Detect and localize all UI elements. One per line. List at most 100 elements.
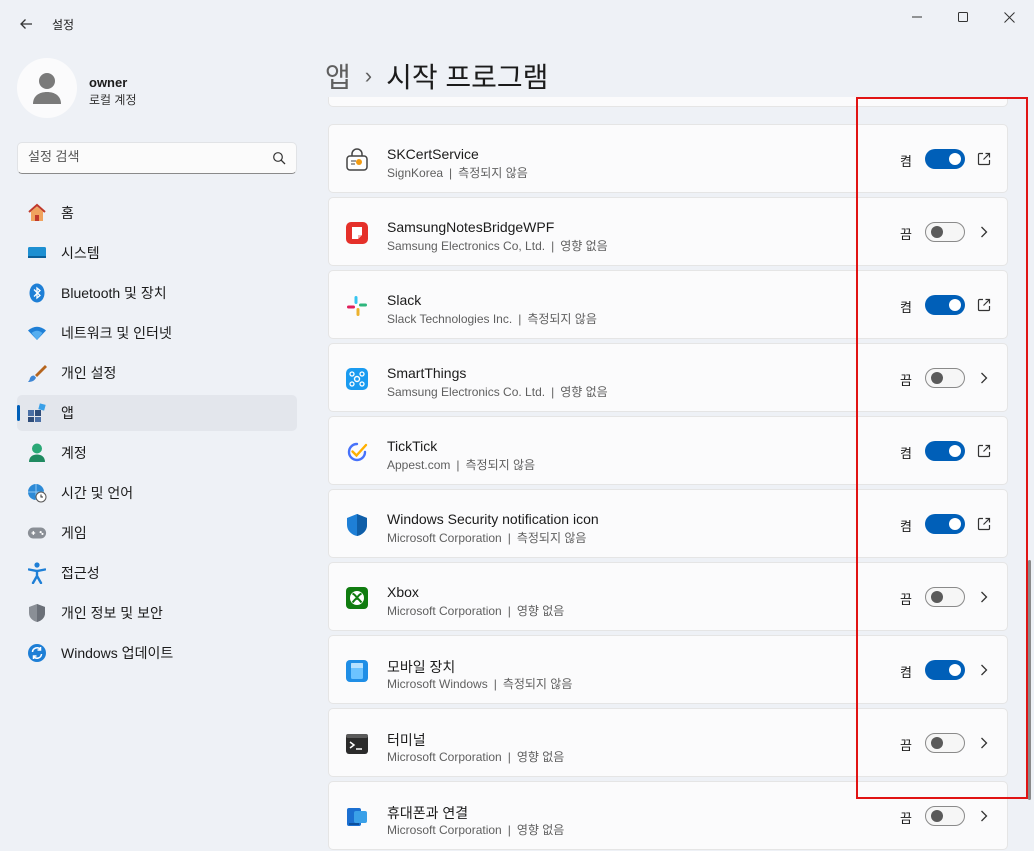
- toggle-knob: [931, 737, 943, 749]
- open-external-icon[interactable]: [975, 442, 993, 460]
- startup-app-row-ticktick: TickTick Appest.com | 측정되지 않음 켬: [328, 416, 1008, 485]
- chevron-right-icon[interactable]: [975, 588, 993, 606]
- sidebar-item-system[interactable]: 시스템: [17, 235, 297, 271]
- startup-app-row-skcertservice: SKCertService SignKorea | 측정되지 않음 켬: [328, 124, 1008, 193]
- open-external-icon[interactable]: [975, 296, 993, 314]
- app-publisher: Slack Technologies Inc.: [387, 312, 513, 326]
- sidebar-item-gaming[interactable]: 게임: [17, 515, 297, 551]
- app-impact: 영향 없음: [516, 823, 565, 837]
- app-details: Microsoft Windows | 측정되지 않음: [387, 675, 572, 692]
- startup-apps-list: SKCertService SignKorea | 측정되지 않음 켬 Samsun…: [328, 0, 1008, 851]
- toggle-state-label: 끔: [900, 227, 912, 242]
- detail-separator: |: [551, 385, 555, 399]
- toggle-state-label: 켬: [900, 446, 912, 461]
- sidebar-item-windows-update[interactable]: Windows 업데이트: [17, 635, 297, 671]
- chevron-right-icon[interactable]: [975, 223, 993, 241]
- app-details: Microsoft Corporation | 영향 없음: [387, 821, 564, 838]
- chevron-right-icon[interactable]: [975, 661, 993, 679]
- app-details: Samsung Electronics Co, Ltd. | 영향 없음: [387, 237, 608, 254]
- app-impact: 측정되지 않음: [502, 677, 573, 691]
- sidebar-item-label: 게임: [61, 525, 87, 541]
- bluetooth-icon: [27, 283, 47, 303]
- windows-security-icon: [344, 512, 370, 538]
- search-input[interactable]: [28, 149, 268, 164]
- app-publisher: Microsoft Corporation: [387, 823, 502, 837]
- phone-link-icon: [344, 804, 370, 830]
- arrow-left-icon: [20, 19, 32, 29]
- toggle-knob: [949, 153, 961, 165]
- app-impact: 측정되지 않음: [458, 166, 528, 180]
- sidebar-item-personalization[interactable]: 개인 설정: [17, 355, 297, 391]
- profile-name: owner: [89, 75, 128, 90]
- chevron-right-icon[interactable]: [975, 734, 993, 752]
- startup-toggle[interactable]: [925, 733, 965, 753]
- home-icon: [27, 203, 47, 223]
- sidebar-item-home[interactable]: 홈: [17, 195, 297, 231]
- startup-toggle[interactable]: [925, 149, 965, 169]
- app-details: Slack Technologies Inc. | 측정되지 않음: [387, 310, 597, 327]
- vertical-scrollbar[interactable]: [1028, 560, 1031, 800]
- startup-app-row-smartthings: SmartThings Samsung Electronics Co. Ltd.…: [328, 343, 1008, 412]
- sidebar-item-label: 시스템: [61, 245, 100, 261]
- app-impact: 측정되지 않음: [465, 458, 536, 472]
- chevron-right-icon[interactable]: [975, 369, 993, 387]
- startup-toggle[interactable]: [925, 514, 965, 534]
- app-impact: 영향 없음: [516, 604, 565, 618]
- app-details: Microsoft Corporation | 영향 없음: [387, 748, 564, 765]
- app-name: TickTick: [387, 438, 438, 454]
- sidebar-item-label: 앱: [61, 405, 74, 421]
- startup-toggle[interactable]: [925, 660, 965, 680]
- detail-separator: |: [456, 458, 460, 472]
- user-profile[interactable]: owner 로컬 계정: [17, 58, 297, 118]
- startup-toggle[interactable]: [925, 441, 965, 461]
- app-details: Appest.com | 측정되지 않음: [387, 456, 535, 473]
- open-external-icon[interactable]: [975, 150, 993, 168]
- app-publisher: Samsung Electronics Co, Ltd.: [387, 239, 546, 253]
- back-button[interactable]: [12, 10, 40, 38]
- startup-toggle[interactable]: [925, 295, 965, 315]
- sidebar-item-accessibility[interactable]: 접근성: [17, 555, 297, 591]
- sidebar-item-privacy[interactable]: 개인 정보 및 보안: [17, 595, 297, 631]
- sidebar-item-accounts[interactable]: 계정: [17, 435, 297, 471]
- profile-account-type: 로컬 계정: [89, 93, 137, 107]
- startup-app-row-samsungnotesbridgewpf: SamsungNotesBridgeWPF Samsung Electronic…: [328, 197, 1008, 266]
- sidebar-item-apps[interactable]: 앱: [17, 395, 297, 431]
- toggle-knob: [931, 591, 943, 603]
- app-details: Microsoft Corporation | 영향 없음: [387, 602, 564, 619]
- ticktick-icon: [344, 439, 370, 465]
- toggle-knob: [949, 299, 961, 311]
- person-silhouette-icon: [33, 73, 61, 104]
- app-title: 설정: [52, 18, 75, 32]
- app-name: Windows Security notification icon: [387, 511, 599, 527]
- smartthings-icon: [344, 366, 370, 392]
- sidebar-item-bluetooth[interactable]: Bluetooth 및 장치: [17, 275, 297, 311]
- startup-toggle[interactable]: [925, 806, 965, 826]
- toggle-state-label: 켬: [900, 519, 912, 534]
- sidebar-item-label: 계정: [61, 445, 87, 461]
- app-name: 휴대폰과 연결: [387, 805, 469, 821]
- globe-clock-icon: [27, 483, 47, 503]
- open-external-icon[interactable]: [975, 515, 993, 533]
- app-details: SignKorea | 측정되지 않음: [387, 164, 528, 181]
- sidebar-item-network[interactable]: 네트워크 및 인터넷: [17, 315, 297, 351]
- startup-toggle[interactable]: [925, 368, 965, 388]
- app-name: SKCertService: [387, 146, 479, 162]
- sidebar-item-time-language[interactable]: 시간 및 언어: [17, 475, 297, 511]
- sidebar-item-label: 접근성: [61, 565, 100, 581]
- sidebar-item-label: Bluetooth 및 장치: [61, 285, 167, 301]
- startup-toggle[interactable]: [925, 222, 965, 242]
- app-details: Samsung Electronics Co. Ltd. | 영향 없음: [387, 383, 608, 400]
- brush-icon: [27, 363, 47, 383]
- samsung-notes-icon: [344, 220, 370, 246]
- wifi-icon: [27, 323, 47, 343]
- toggle-state-label: 끔: [900, 592, 912, 607]
- startup-app-row-mobile-device: 모바일 장치 Microsoft Windows | 측정되지 않음 켬: [328, 635, 1008, 704]
- app-publisher: Appest.com: [387, 458, 451, 472]
- search-icon[interactable]: [272, 151, 286, 165]
- startup-toggle[interactable]: [925, 587, 965, 607]
- chevron-right-icon[interactable]: [975, 807, 993, 825]
- slack-icon: [344, 293, 370, 319]
- detail-separator: |: [493, 677, 497, 691]
- accessibility-icon: [27, 562, 47, 584]
- app-publisher: Microsoft Corporation: [387, 604, 502, 618]
